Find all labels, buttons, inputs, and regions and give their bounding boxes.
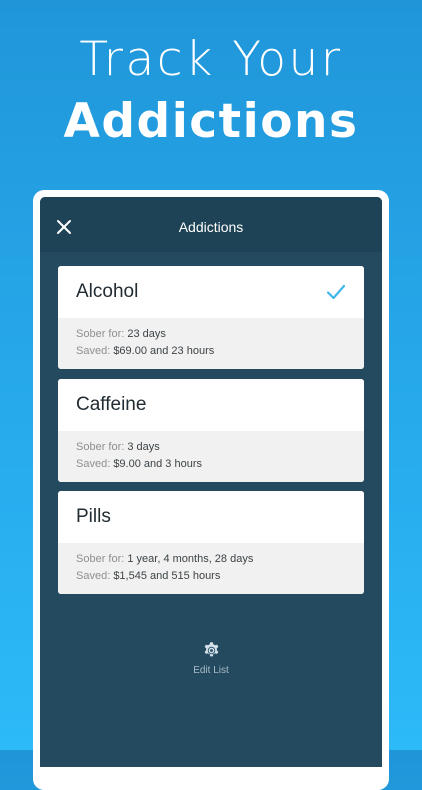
sober-label: Sober for:: [76, 553, 125, 565]
card-header: Caffeine: [58, 379, 364, 431]
nav-title: Addictions: [178, 219, 244, 235]
card-details: Sober for: 1 year, 4 months, 28 days Sav…: [58, 543, 364, 594]
card-header: Pills: [58, 491, 364, 543]
sober-value: 23 days: [127, 328, 166, 340]
headline-line-1: Track Your: [79, 32, 343, 87]
addiction-card-alcohol[interactable]: Alcohol Sober for: 23 days Saved: $69.00…: [58, 266, 364, 369]
nav-bar: Addictions: [40, 197, 382, 252]
saved-label: Saved:: [76, 570, 111, 582]
sober-row: Sober for: 3 days: [76, 441, 160, 453]
addiction-name: Caffeine: [76, 394, 147, 415]
sober-label: Sober for:: [76, 328, 125, 340]
edit-list-label: Edit List: [193, 665, 229, 676]
saved-value: $1,545 and 515 hours: [113, 570, 221, 582]
sober-label: Sober for:: [76, 441, 125, 453]
addiction-name: Alcohol: [76, 281, 139, 302]
sober-row: Sober for: 23 days: [76, 328, 166, 340]
card-details: Sober for: 23 days Saved: $69.00 and 23 …: [58, 318, 364, 369]
edit-list-button[interactable]: Edit List: [161, 637, 261, 685]
saved-value: $9.00 and 3 hours: [113, 458, 202, 470]
sober-row: Sober for: 1 year, 4 months, 28 days: [76, 553, 253, 565]
saved-row: Saved: $1,545 and 515 hours: [76, 570, 220, 582]
card-header: Alcohol: [58, 266, 364, 318]
gear-icon: [204, 642, 219, 657]
addiction-name: Pills: [76, 506, 111, 527]
addiction-card-pills[interactable]: Pills Sober for: 1 year, 4 months, 28 da…: [58, 491, 364, 594]
saved-label: Saved:: [76, 345, 111, 357]
app-screen: Addictions Alcohol Sober for: 23 days Sa…: [40, 197, 382, 767]
saved-row: Saved: $69.00 and 23 hours: [76, 345, 214, 357]
saved-label: Saved:: [76, 458, 111, 470]
close-icon: [57, 220, 71, 234]
addiction-card-caffeine[interactable]: Caffeine Sober for: 3 days Saved: $9.00 …: [58, 379, 364, 482]
card-details: Sober for: 3 days Saved: $9.00 and 3 hou…: [58, 431, 364, 482]
sober-value: 1 year, 4 months, 28 days: [127, 553, 254, 565]
checkmark-icon: [326, 284, 346, 300]
close-button[interactable]: [54, 217, 74, 237]
saved-value: $69.00 and 23 hours: [113, 345, 215, 357]
saved-row: Saved: $9.00 and 3 hours: [76, 458, 202, 470]
sober-value: 3 days: [127, 441, 160, 453]
headline-line-2: Addictions: [63, 94, 359, 149]
